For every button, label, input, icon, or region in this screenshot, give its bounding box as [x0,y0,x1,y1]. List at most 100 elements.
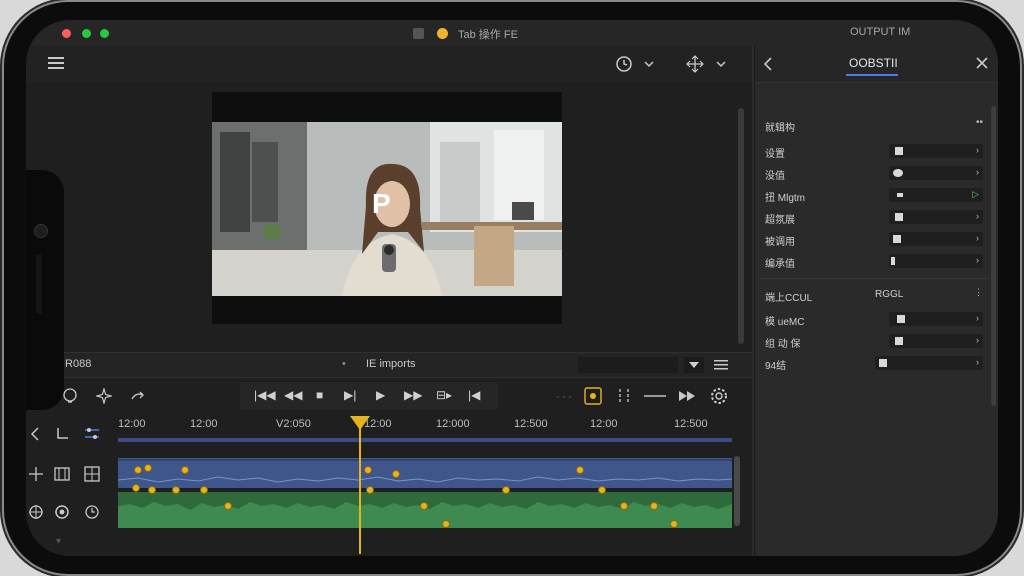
jump-start-icon[interactable]: |◀◀ [254,388,276,402]
imports-label[interactable]: IE imports [366,358,416,370]
menu-icon[interactable] [48,56,64,74]
split-icon[interactable] [616,388,632,408]
ruler-label: 12:000 [436,418,470,430]
property-slider[interactable]: › [889,210,983,224]
record-dot-icon [437,28,448,39]
keyframe-marker[interactable] [132,484,140,492]
chevron-left-icon[interactable] [30,426,40,446]
maximize-window-button[interactable] [100,29,109,38]
property-slider[interactable]: › [889,232,983,246]
property-slider[interactable]: › [889,312,983,326]
keyframe-marker[interactable] [366,486,374,494]
move-track-icon[interactable] [28,466,44,486]
play-icon[interactable]: ▶ [376,388,385,402]
keyframe-marker[interactable] [224,502,232,510]
ruler-label: 12:00 [190,418,218,430]
grid-icon[interactable] [84,466,100,486]
select-tool-icon[interactable] [56,426,70,446]
property-slider[interactable]: › [889,166,983,180]
keyframe-marker[interactable] [144,464,152,472]
loop-back-icon[interactable]: |◀ [468,388,480,402]
property-label: 模 ueMC [765,317,805,328]
property-slider[interactable]: › [889,334,983,348]
property-row: 设置 › [765,142,987,160]
dropdown-button[interactable] [684,357,704,373]
crosshair-icon[interactable] [28,504,44,524]
chevron-left-icon[interactable] [763,56,773,76]
top-toolbar [26,46,752,82]
property-label: 编承值 [765,259,795,270]
more-vertical-icon[interactable]: ⋮ [974,287,983,298]
keyframe-marker[interactable] [200,486,208,494]
film-icon[interactable] [54,466,70,486]
preview-scrollbar[interactable] [738,108,744,344]
audio-track[interactable] [118,492,732,528]
timeline-ruler[interactable]: 12:00 12:00 V2:050 12:00 12:000 12:500 1… [118,416,732,446]
filter-icon[interactable] [84,426,100,446]
keyframe-marker[interactable] [420,502,428,510]
keyframe-marker[interactable] [364,466,372,474]
active-tab-indicator [846,74,898,76]
frame-export-icon[interactable]: ⊟▸ [436,388,452,402]
step-forward-icon[interactable]: ▶| [344,388,356,402]
stop-icon[interactable]: ■ [316,388,323,402]
video-frame[interactable]: P [212,122,562,296]
more-dots-icon[interactable]: •• [976,117,983,128]
clock-icon[interactable] [616,56,632,76]
chevron-down-icon[interactable] [644,56,654,76]
keyframe-marker[interactable] [148,486,156,494]
dashes-icon: - - - [556,392,572,403]
chevron-right-icon: › [976,233,979,243]
minimize-window-button[interactable] [82,29,91,38]
property-row: 超氛展 › [765,208,987,226]
timer-icon[interactable] [84,504,100,524]
inspector-scrollbar[interactable] [991,106,996,406]
keyframe-marker[interactable] [576,466,584,474]
property-slider[interactable]: ▷ [889,188,983,202]
close-window-button[interactable] [62,29,71,38]
playhead-line[interactable] [359,420,361,554]
property-row: 扭 Mlgtm ▷ [765,186,987,204]
effects-sparkle-icon[interactable] [94,386,114,408]
keyframe-marker[interactable] [392,470,400,478]
keyframe-marker[interactable] [172,486,180,494]
list-icon[interactable] [714,359,728,374]
property-slider[interactable]: › [889,254,983,268]
move-icon[interactable] [686,55,704,77]
section-divider [761,278,987,279]
inspector-title[interactable]: OOBSTII [849,56,898,70]
fast-forward-icon[interactable]: ▶▶ [404,388,422,402]
inspector-panel: OOBSTII 就辑构 •• 设置 › 没值 › 扭 Mlgtm ▷ 超氛展 ›… [754,46,998,556]
property-slider[interactable]: › [889,144,983,158]
ruler-label: 12:500 [674,418,708,430]
video-track[interactable] [118,458,732,488]
lightbulb-icon[interactable] [62,388,78,408]
property-row: 编承值 › [765,252,987,270]
project-search-field[interactable] [578,357,678,373]
playhead-handle[interactable] [350,416,370,430]
keyframe-marker[interactable] [502,486,510,494]
snap-toggle-icon[interactable] [584,387,602,409]
property-slider[interactable]: › [875,356,983,370]
skip-end-icon[interactable] [678,388,696,408]
chevron-down-icon[interactable] [716,56,726,76]
keyframe-marker[interactable] [134,466,142,474]
property-row: 组 动 保 › [765,332,987,350]
transport-controls: |◀◀ ◀◀ ■ ▶| ▶ ▶▶ ⊟▸ |◀ [240,382,498,410]
gear-icon[interactable] [710,387,728,409]
zoom-slider-icon[interactable] [644,388,666,408]
keyframe-marker[interactable] [598,486,606,494]
keyframe-marker[interactable] [442,520,450,528]
keyframe-marker[interactable] [181,466,189,474]
rewind-icon[interactable]: ◀◀ [284,388,302,402]
play-marker-icon: ▷ [972,189,979,199]
device-notch [26,170,64,410]
timeline-vertical-scrollbar[interactable] [734,456,740,526]
close-icon[interactable] [975,56,989,74]
keyframe-marker[interactable] [650,502,658,510]
keyframe-marker[interactable] [670,520,678,528]
redo-arrow-icon[interactable] [130,388,146,408]
audio-meter-icon[interactable] [54,504,70,524]
keyframe-marker[interactable] [620,502,628,510]
chevron-down-icon[interactable]: ▾ [56,534,61,550]
